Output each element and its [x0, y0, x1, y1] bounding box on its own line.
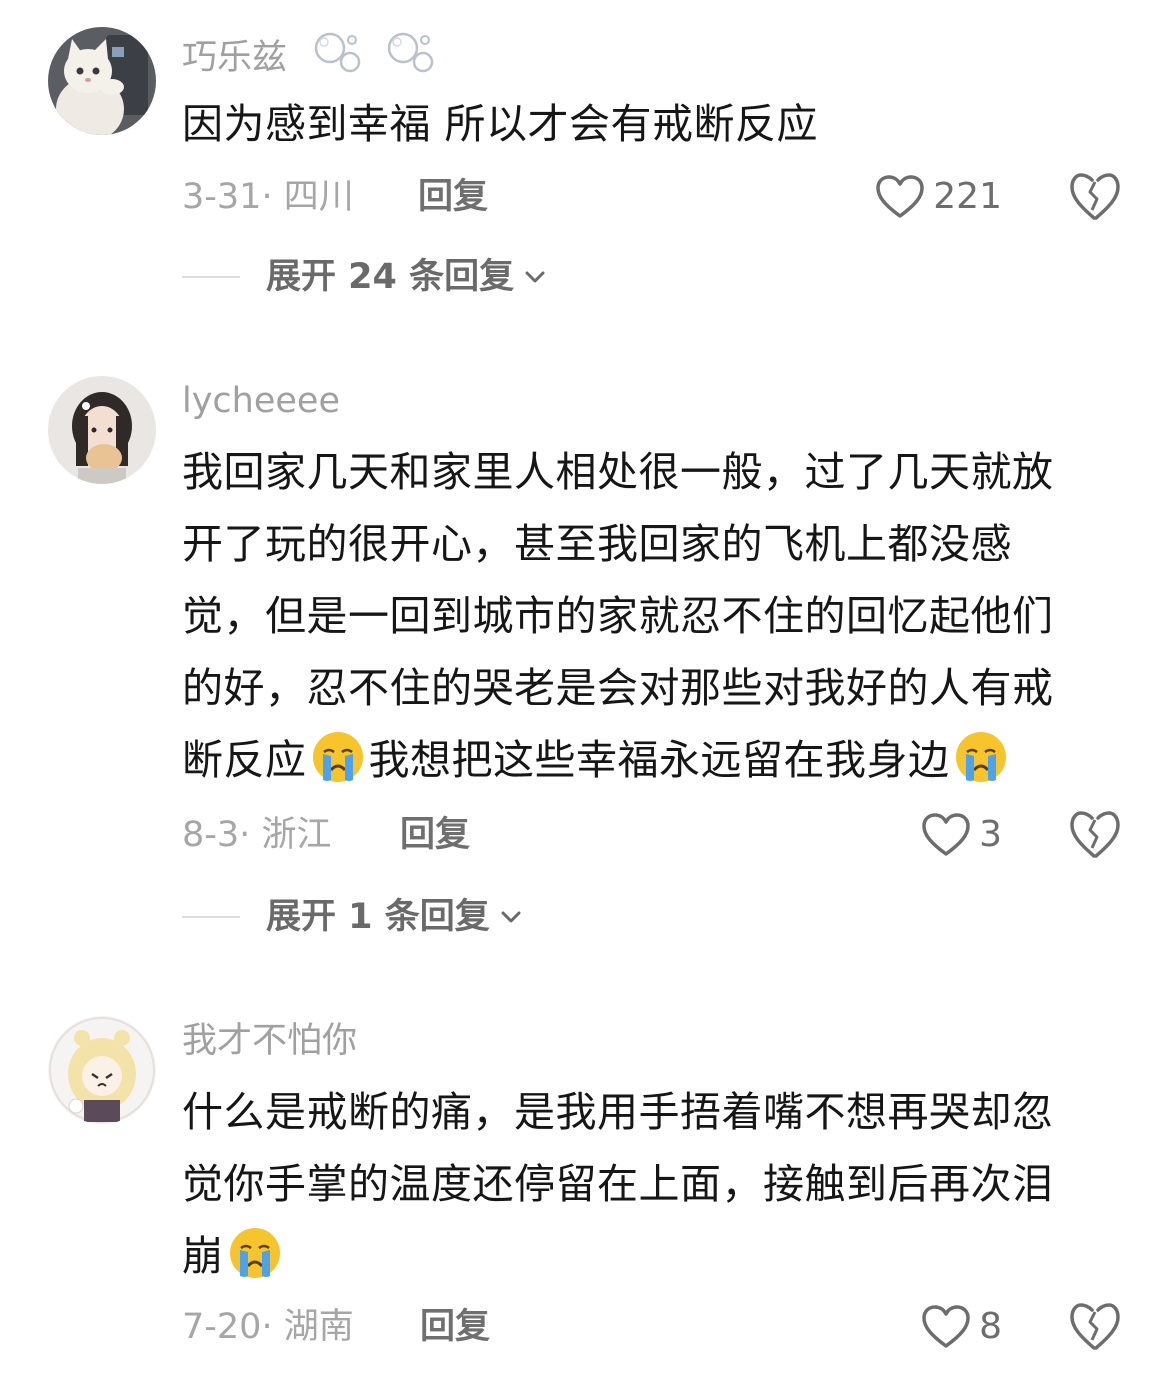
reply-button[interactable]: 回复: [400, 812, 470, 858]
heart-outline-icon: [922, 1305, 970, 1348]
comment-line: 觉，但是一回到城市的家就忍不住的回忆起他们: [182, 592, 1054, 640]
crying-face-emoji: [954, 730, 1008, 784]
reply-button[interactable]: 回复: [418, 174, 488, 220]
username[interactable]: lycheeee: [182, 378, 340, 424]
expand-divider: [182, 276, 240, 278]
comment-meta: 3-31· 四川: [182, 174, 354, 220]
comment-text: 我回家几天和家里人相处很一般，过了几天就放 开了玩的很开心，甚至我回家的飞机上都…: [182, 436, 1112, 796]
bubble-icon: [385, 30, 437, 88]
comment-meta: 8-3· 浙江: [182, 812, 331, 858]
like-button[interactable]: 221: [875, 174, 1002, 220]
comment-line: 断反应 我想把这些幸福永远留在我身边: [182, 724, 1112, 796]
expand-replies-label: 展开 24 条回复: [266, 257, 515, 297]
comment-line: 什么是戒断的痛，是我用手捂着嘴不想再哭却忽: [182, 1088, 1054, 1136]
expand-replies-label: 展开 1 条回复: [266, 897, 490, 937]
comment-line: 的好，忍不住的哭老是会对那些对我好的人有戒: [182, 664, 1054, 712]
chevron-down-icon: [501, 911, 521, 923]
expand-divider: [182, 916, 240, 918]
comment-line: 我回家几天和家里人相处很一般，过了几天就放: [182, 448, 1054, 496]
comment-text: 因为感到幸福 所以才会有戒断反应: [182, 88, 1112, 160]
comment-date: 8-3: [182, 815, 240, 855]
broken-heart-icon[interactable]: [1070, 1302, 1120, 1352]
broken-heart-icon[interactable]: [1070, 172, 1120, 222]
comment-region: 湖南: [283, 1307, 354, 1347]
crying-face-emoji: [311, 730, 365, 784]
chevron-down-icon: [525, 271, 545, 283]
avatar[interactable]: [48, 1016, 156, 1124]
like-button[interactable]: 3: [921, 812, 1002, 858]
comment-line: 开了玩的很开心，甚至我回家的飞机上都没感: [182, 520, 1012, 568]
comment-line-part: 我想把这些幸福永远留在我身边: [368, 736, 950, 784]
meta-separator: ·: [239, 815, 262, 855]
comment-line-part: 崩: [182, 1232, 224, 1280]
like-count: 221: [933, 176, 1002, 217]
comment-line-part: 断反应: [182, 736, 307, 784]
comment-date: 3-31: [182, 177, 262, 217]
avatar[interactable]: [48, 376, 156, 484]
expand-replies-button[interactable]: 展开 24 条回复: [182, 254, 548, 300]
comment-text: 什么是戒断的痛，是我用手捂着嘴不想再哭却忽 觉你手掌的温度还停留在上面，接触到后…: [182, 1076, 1112, 1292]
username[interactable]: 我才不怕你: [182, 1018, 357, 1064]
comment-date: 7-20: [182, 1307, 262, 1347]
like-button[interactable]: 8: [921, 1304, 1002, 1350]
crying-face-emoji: [228, 1226, 282, 1280]
comment-line: 觉你手掌的温度还停留在上面，接触到后再次泪: [182, 1160, 1054, 1208]
comment-meta: 7-20· 湖南: [182, 1304, 354, 1350]
reply-button[interactable]: 回复: [420, 1304, 490, 1350]
like-count: 3: [979, 814, 1002, 855]
heart-outline-icon: [922, 813, 970, 856]
avatar[interactable]: [48, 27, 156, 135]
like-count: 8: [979, 1306, 1002, 1347]
comment-line: 因为感到幸福 所以才会有戒断反应: [182, 100, 819, 148]
meta-separator: ·: [261, 177, 284, 217]
comment-line: 崩: [182, 1220, 1112, 1292]
comment-region: 四川: [283, 177, 354, 217]
broken-heart-icon[interactable]: [1070, 810, 1120, 860]
username[interactable]: 巧乐兹: [182, 38, 287, 78]
expand-replies-button[interactable]: 展开 1 条回复: [182, 894, 524, 940]
heart-outline-icon: [876, 175, 925, 218]
meta-separator: ·: [261, 1307, 284, 1347]
comment-region: 浙江: [261, 815, 332, 855]
bubble-icon: [312, 30, 364, 88]
